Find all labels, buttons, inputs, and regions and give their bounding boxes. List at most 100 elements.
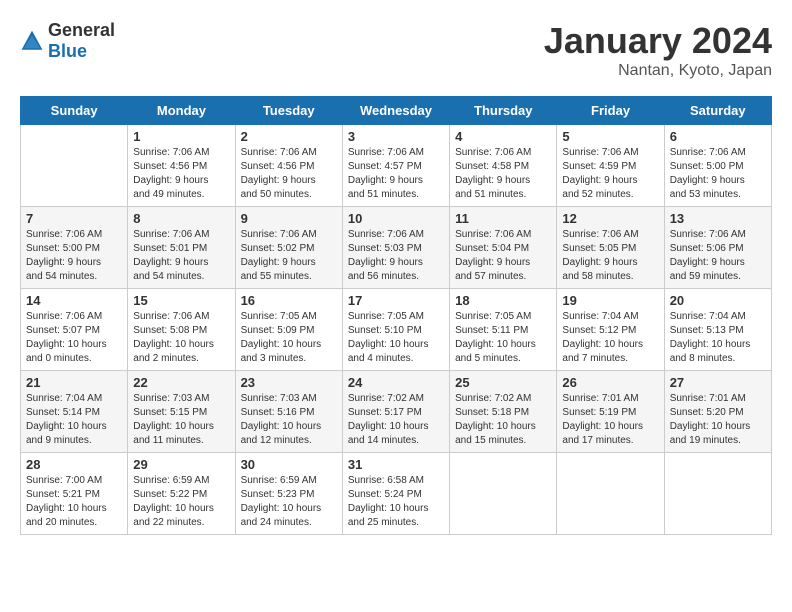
day-number: 29 bbox=[133, 457, 229, 472]
day-number: 23 bbox=[241, 375, 337, 390]
calendar-cell: 4 Sunrise: 7:06 AM Sunset: 4:58 PM Daylig… bbox=[450, 125, 557, 207]
calendar-cell: 18Sunrise: 7:05 AM Sunset: 5:11 PM Dayli… bbox=[450, 289, 557, 371]
day-info: Sunrise: 7:02 AM Sunset: 5:17 PM Dayligh… bbox=[348, 392, 444, 448]
day-number: 30 bbox=[241, 457, 337, 472]
calendar-cell: 31 Sunrise: 6:58 AM Sunset: 5:24 PM Dayli… bbox=[342, 453, 449, 535]
calendar-cell: 5 Sunrise: 7:06 AM Sunset: 4:59 PM Daylig… bbox=[557, 125, 664, 207]
calendar-cell: 13 Sunrise: 7:06 AM Sunset: 5:06 PM Dayli… bbox=[664, 207, 771, 289]
day-number: 3 bbox=[348, 129, 444, 144]
day-of-week-header: Wednesday bbox=[342, 97, 449, 125]
day-info: Sunrise: 6:58 AM Sunset: 5:24 PM Dayligh… bbox=[348, 474, 444, 530]
day-info: Sunrise: 7:06 AM Sunset: 4:58 PM Dayligh… bbox=[455, 146, 551, 202]
calendar-cell: 15Sunrise: 7:06 AM Sunset: 5:08 PM Dayli… bbox=[128, 289, 235, 371]
page-header: General Blue January 2024 Nantan, Kyoto,… bbox=[20, 20, 772, 80]
calendar-week-row: 7Sunrise: 7:06 AM Sunset: 5:00 PM Daylig… bbox=[21, 207, 772, 289]
calendar-cell: 30 Sunrise: 6:59 AM Sunset: 5:23 PM Dayli… bbox=[235, 453, 342, 535]
calendar-header-row: SundayMondayTuesdayWednesdayThursdayFrid… bbox=[21, 97, 772, 125]
day-info: Sunrise: 7:06 AM Sunset: 5:01 PM Dayligh… bbox=[133, 228, 229, 284]
day-info: Sunrise: 6:59 AM Sunset: 5:22 PM Dayligh… bbox=[133, 474, 229, 530]
day-info: Sunrise: 7:03 AM Sunset: 5:15 PM Dayligh… bbox=[133, 392, 229, 448]
day-info: Sunrise: 7:04 AM Sunset: 5:14 PM Dayligh… bbox=[26, 392, 122, 448]
day-info: Sunrise: 7:06 AM Sunset: 5:07 PM Dayligh… bbox=[26, 310, 122, 366]
day-number: 13 bbox=[670, 211, 766, 226]
day-of-week-header: Tuesday bbox=[235, 97, 342, 125]
day-of-week-header: Monday bbox=[128, 97, 235, 125]
day-number: 15 bbox=[133, 293, 229, 308]
logo: General Blue bbox=[20, 20, 115, 62]
location: Nantan, Kyoto, Japan bbox=[544, 62, 772, 80]
day-number: 28 bbox=[26, 457, 122, 472]
day-of-week-header: Thursday bbox=[450, 97, 557, 125]
calendar-cell: 23 Sunrise: 7:03 AM Sunset: 5:16 PM Dayli… bbox=[235, 371, 342, 453]
day-of-week-header: Sunday bbox=[21, 97, 128, 125]
calendar-cell: 11 Sunrise: 7:06 AM Sunset: 5:04 PM Dayli… bbox=[450, 207, 557, 289]
day-number: 18 bbox=[455, 293, 551, 308]
day-info: Sunrise: 6:59 AM Sunset: 5:23 PM Dayligh… bbox=[241, 474, 337, 530]
day-info: Sunrise: 7:06 AM Sunset: 5:06 PM Dayligh… bbox=[670, 228, 766, 284]
month-title: January 2024 bbox=[544, 20, 772, 62]
calendar-cell: 12Sunrise: 7:06 AM Sunset: 5:05 PM Dayli… bbox=[557, 207, 664, 289]
calendar-cell: 22 Sunrise: 7:03 AM Sunset: 5:15 PM Dayli… bbox=[128, 371, 235, 453]
day-number: 5 bbox=[562, 129, 658, 144]
calendar-week-row: 14Sunrise: 7:06 AM Sunset: 5:07 PM Dayli… bbox=[21, 289, 772, 371]
day-number: 27 bbox=[670, 375, 766, 390]
day-number: 7 bbox=[26, 211, 122, 226]
calendar-cell: 2 Sunrise: 7:06 AM Sunset: 4:56 PM Daylig… bbox=[235, 125, 342, 207]
day-number: 2 bbox=[241, 129, 337, 144]
day-info: Sunrise: 7:06 AM Sunset: 5:03 PM Dayligh… bbox=[348, 228, 444, 284]
day-number: 11 bbox=[455, 211, 551, 226]
calendar-cell bbox=[557, 453, 664, 535]
day-number: 12 bbox=[562, 211, 658, 226]
day-number: 26 bbox=[562, 375, 658, 390]
calendar-cell: 14Sunrise: 7:06 AM Sunset: 5:07 PM Dayli… bbox=[21, 289, 128, 371]
day-number: 10 bbox=[348, 211, 444, 226]
day-info: Sunrise: 7:01 AM Sunset: 5:19 PM Dayligh… bbox=[562, 392, 658, 448]
day-info: Sunrise: 7:03 AM Sunset: 5:16 PM Dayligh… bbox=[241, 392, 337, 448]
calendar-cell bbox=[664, 453, 771, 535]
calendar-cell: 25 Sunrise: 7:02 AM Sunset: 5:18 PM Dayli… bbox=[450, 371, 557, 453]
calendar-cell: 9Sunrise: 7:06 AM Sunset: 5:02 PM Daylig… bbox=[235, 207, 342, 289]
day-number: 22 bbox=[133, 375, 229, 390]
day-info: Sunrise: 7:06 AM Sunset: 4:56 PM Dayligh… bbox=[241, 146, 337, 202]
day-info: Sunrise: 7:06 AM Sunset: 4:57 PM Dayligh… bbox=[348, 146, 444, 202]
day-number: 17 bbox=[348, 293, 444, 308]
logo-icon bbox=[20, 29, 44, 53]
day-info: Sunrise: 7:05 AM Sunset: 5:10 PM Dayligh… bbox=[348, 310, 444, 366]
logo-text: General Blue bbox=[48, 20, 115, 62]
day-number: 24 bbox=[348, 375, 444, 390]
calendar-cell: 8 Sunrise: 7:06 AM Sunset: 5:01 PM Daylig… bbox=[128, 207, 235, 289]
day-of-week-header: Friday bbox=[557, 97, 664, 125]
calendar-cell: 21Sunrise: 7:04 AM Sunset: 5:14 PM Dayli… bbox=[21, 371, 128, 453]
calendar-cell: 3 Sunrise: 7:06 AM Sunset: 4:57 PM Daylig… bbox=[342, 125, 449, 207]
day-number: 16 bbox=[241, 293, 337, 308]
calendar-cell bbox=[21, 125, 128, 207]
day-info: Sunrise: 7:01 AM Sunset: 5:20 PM Dayligh… bbox=[670, 392, 766, 448]
day-info: Sunrise: 7:02 AM Sunset: 5:18 PM Dayligh… bbox=[455, 392, 551, 448]
day-info: Sunrise: 7:00 AM Sunset: 5:21 PM Dayligh… bbox=[26, 474, 122, 530]
day-info: Sunrise: 7:06 AM Sunset: 4:56 PM Dayligh… bbox=[133, 146, 229, 202]
calendar-cell: 16 Sunrise: 7:05 AM Sunset: 5:09 PM Dayli… bbox=[235, 289, 342, 371]
title-section: January 2024 Nantan, Kyoto, Japan bbox=[544, 20, 772, 80]
day-info: Sunrise: 7:06 AM Sunset: 5:00 PM Dayligh… bbox=[670, 146, 766, 202]
calendar-table: SundayMondayTuesdayWednesdayThursdayFrid… bbox=[20, 96, 772, 535]
calendar-cell: 6 Sunrise: 7:06 AM Sunset: 5:00 PM Daylig… bbox=[664, 125, 771, 207]
day-info: Sunrise: 7:05 AM Sunset: 5:09 PM Dayligh… bbox=[241, 310, 337, 366]
calendar-cell: 17 Sunrise: 7:05 AM Sunset: 5:10 PM Dayli… bbox=[342, 289, 449, 371]
logo-blue: Blue bbox=[48, 41, 87, 61]
day-number: 6 bbox=[670, 129, 766, 144]
calendar-cell: 19Sunrise: 7:04 AM Sunset: 5:12 PM Dayli… bbox=[557, 289, 664, 371]
calendar-cell: 28 Sunrise: 7:00 AM Sunset: 5:21 PM Dayli… bbox=[21, 453, 128, 535]
day-info: Sunrise: 7:04 AM Sunset: 5:13 PM Dayligh… bbox=[670, 310, 766, 366]
day-number: 8 bbox=[133, 211, 229, 226]
day-number: 31 bbox=[348, 457, 444, 472]
day-info: Sunrise: 7:06 AM Sunset: 4:59 PM Dayligh… bbox=[562, 146, 658, 202]
calendar-week-row: 28 Sunrise: 7:00 AM Sunset: 5:21 PM Dayli… bbox=[21, 453, 772, 535]
day-number: 25 bbox=[455, 375, 551, 390]
day-number: 1 bbox=[133, 129, 229, 144]
day-number: 19 bbox=[562, 293, 658, 308]
calendar-cell: 7Sunrise: 7:06 AM Sunset: 5:00 PM Daylig… bbox=[21, 207, 128, 289]
calendar-week-row: 21Sunrise: 7:04 AM Sunset: 5:14 PM Dayli… bbox=[21, 371, 772, 453]
day-info: Sunrise: 7:06 AM Sunset: 5:04 PM Dayligh… bbox=[455, 228, 551, 284]
day-number: 4 bbox=[455, 129, 551, 144]
day-number: 20 bbox=[670, 293, 766, 308]
